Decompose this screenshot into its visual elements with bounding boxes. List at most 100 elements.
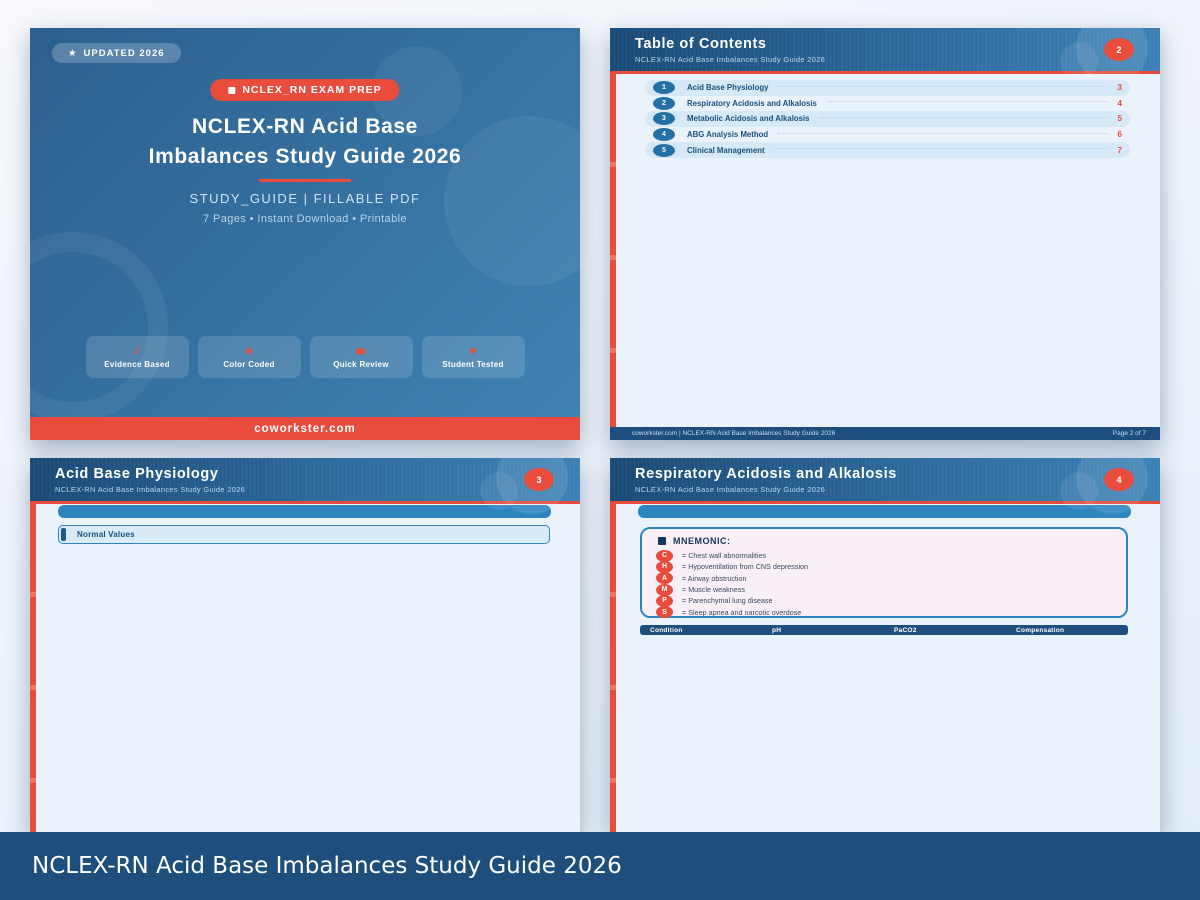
page-subtitle: NCLEX-RN Acid Base Imbalances Study Guid… (635, 55, 826, 64)
section-bar (638, 505, 1131, 518)
square-icon (658, 537, 666, 545)
page-subtitle: NCLEX-RN Acid Base Imbalances Study Guid… (55, 485, 246, 494)
toc-number-badge: 4 (653, 128, 675, 142)
toc-number-badge: 5 (653, 143, 675, 157)
toc-row[interactable]: 5 Clinical Management 7 (645, 142, 1130, 158)
toc-row[interactable]: 3 Metabolic Acidosis and Alkalosis 5 (645, 111, 1130, 127)
mnemonic-item: A = Airway obstruction (656, 572, 1126, 585)
dot-leader (778, 132, 1108, 134)
toc-row[interactable]: 2 Respiratory Acidosis and Alkalosis 4 (645, 96, 1130, 112)
app-footer-title: NCLEX-RN Acid Base Imbalances Study Guid… (32, 853, 622, 879)
mnemonic-item: H = Hypoventilation from CNS depression (656, 560, 1126, 573)
page-edge-stripe (610, 504, 616, 832)
updated-badge: ★ UPDATED 2026 (52, 43, 181, 63)
normal-values-label: Normal Values (77, 530, 135, 539)
page-footer-right: Page 2 of 7 (1112, 430, 1146, 437)
check-icon: ✓ (131, 344, 143, 358)
toc-page-number: 6 (1117, 130, 1122, 140)
letter-badge: C (656, 549, 673, 562)
table-header-row: Condition pH PaCO2 Compensation (640, 625, 1128, 635)
page-number-badge: 3 (524, 468, 554, 491)
page-header: Table of Contents NCLEX-RN Acid Base Imb… (610, 28, 1160, 84)
toc-label: ABG Analysis Method (687, 130, 769, 140)
mnemonic-item: M = Muscle weakness (656, 583, 1126, 596)
toc-page-thumbnail[interactable]: Table of Contents NCLEX-RN Acid Base Imb… (610, 28, 1160, 440)
toc-number-badge: 2 (653, 96, 675, 110)
square-icon (228, 86, 236, 94)
divider (259, 179, 351, 182)
updated-badge-label: UPDATED 2026 (83, 47, 165, 59)
physiology-page-thumbnail[interactable]: Acid Base Physiology NCLEX-RN Acid Base … (30, 458, 580, 832)
respiratory-page-thumbnail[interactable]: Respiratory Acidosis and Alkalosis NCLEX… (610, 458, 1160, 832)
rectangle-icon: ■ (355, 344, 367, 358)
mnemonic-title-label: MNEMONIC: (673, 536, 731, 546)
toc-label: Clinical Management (687, 145, 765, 155)
table-header-condition: Condition (650, 626, 683, 634)
product-preview-canvas: ★ UPDATED 2026 NCLEX_RN EXAM PREP NCLEX-… (0, 0, 1200, 900)
mnemonic-item: S = Sleep apnea and narcotic overdose (656, 606, 1126, 619)
toc-row[interactable]: 4 ABG Analysis Method 6 (645, 127, 1130, 143)
toc-number-badge: 3 (653, 112, 675, 126)
cover-title: NCLEX-RN Acid Base Imbalances Study Guid… (30, 112, 580, 172)
feature-badges-row: ✓ Evidence Based ★ Color Coded ■ Quick R… (30, 336, 580, 378)
toc-page-number: 7 (1117, 145, 1122, 155)
page-edge-stripe (30, 504, 36, 832)
exam-prep-pill-label: NCLEX_RN EXAM PREP (242, 84, 382, 96)
page-footer: coworkster.com | NCLEX-RN Acid Base Imba… (610, 427, 1160, 440)
feature-label: Color Coded (223, 360, 275, 369)
mnemonic-text: = Airway obstruction (682, 573, 747, 583)
toc-row[interactable]: 1 Acid Base Physiology 3 (645, 80, 1130, 96)
toc-page-number: 5 (1117, 114, 1122, 124)
page-subtitle: NCLEX-RN Acid Base Imbalances Study Guid… (635, 485, 826, 494)
feature-quick-review: ■ Quick Review (309, 336, 413, 378)
feature-evidence-based: ✓ Evidence Based (85, 336, 189, 378)
cover-subtitle: STUDY_GUIDE | FILLABLE PDF (189, 191, 421, 206)
mnemonic-text: = Parenchymal lung disease (682, 596, 773, 606)
toc-list: 1 Acid Base Physiology 3 2 Respiratory A… (645, 80, 1130, 158)
normal-values-box: Normal Values (58, 525, 550, 544)
letter-badge: M (656, 583, 673, 596)
feature-student-tested: ♥ Student Tested (421, 336, 525, 378)
dot-leader (819, 116, 1108, 118)
toc-number-badge: 1 (653, 81, 675, 95)
feature-label: Evidence Based (104, 360, 170, 369)
page-edge-stripe (610, 74, 616, 440)
letter-badge: P (656, 594, 673, 607)
mnemonic-text: = Chest wall abnormalities (682, 551, 767, 561)
letter-badge: A (656, 572, 673, 585)
feature-label: Quick Review (333, 360, 389, 369)
toc-label: Acid Base Physiology (687, 83, 769, 93)
mnemonic-title: MNEMONIC: (658, 536, 1126, 546)
mnemonic-item: P = Parenchymal lung disease (656, 594, 1126, 607)
app-footer-bar: NCLEX-RN Acid Base Imbalances Study Guid… (0, 832, 1200, 900)
dot-leader (774, 148, 1108, 150)
toc-page-number: 4 (1117, 98, 1122, 108)
cover-title-line1: NCLEX-RN Acid Base (192, 115, 418, 138)
cover-footer-website: coworkster.com (30, 417, 580, 440)
section-bar (58, 505, 551, 518)
mnemonic-item: C = Chest wall abnormalities (656, 549, 1126, 562)
letter-badge: S (656, 606, 673, 619)
cover-title-line2: Imbalances Study Guide 2026 (148, 145, 462, 168)
mnemonic-text: = Sleep apnea and narcotic overdose (682, 607, 802, 617)
letter-badge: H (656, 560, 673, 573)
page-title: Table of Contents (635, 36, 767, 52)
toc-label: Respiratory Acidosis and Alkalosis (687, 98, 817, 108)
feature-label: Student Tested (442, 360, 504, 369)
star-icon: ★ (68, 47, 78, 59)
table-header-paco2: PaCO2 (894, 626, 917, 634)
dot-leader (778, 85, 1108, 87)
mnemonic-text: = Hypoventilation from CNS depression (682, 562, 809, 572)
page-title: Acid Base Physiology (55, 466, 219, 482)
mnemonic-text: = Muscle weakness (682, 585, 745, 595)
star-icon: ★ (243, 344, 255, 358)
page-title: Respiratory Acidosis and Alkalosis (635, 466, 897, 482)
cover-page-thumbnail[interactable]: ★ UPDATED 2026 NCLEX_RN EXAM PREP NCLEX-… (30, 28, 580, 440)
exam-prep-pill: NCLEX_RN EXAM PREP (210, 79, 400, 101)
cover-meta: 7 Pages • Instant Download • Printable (203, 213, 407, 225)
table-header-ph: pH (772, 626, 782, 634)
decorative-circle (1060, 42, 1098, 80)
toc-page-number: 3 (1117, 83, 1122, 93)
feature-color-coded: ★ Color Coded (197, 336, 301, 378)
heart-icon: ♥ (469, 344, 477, 358)
